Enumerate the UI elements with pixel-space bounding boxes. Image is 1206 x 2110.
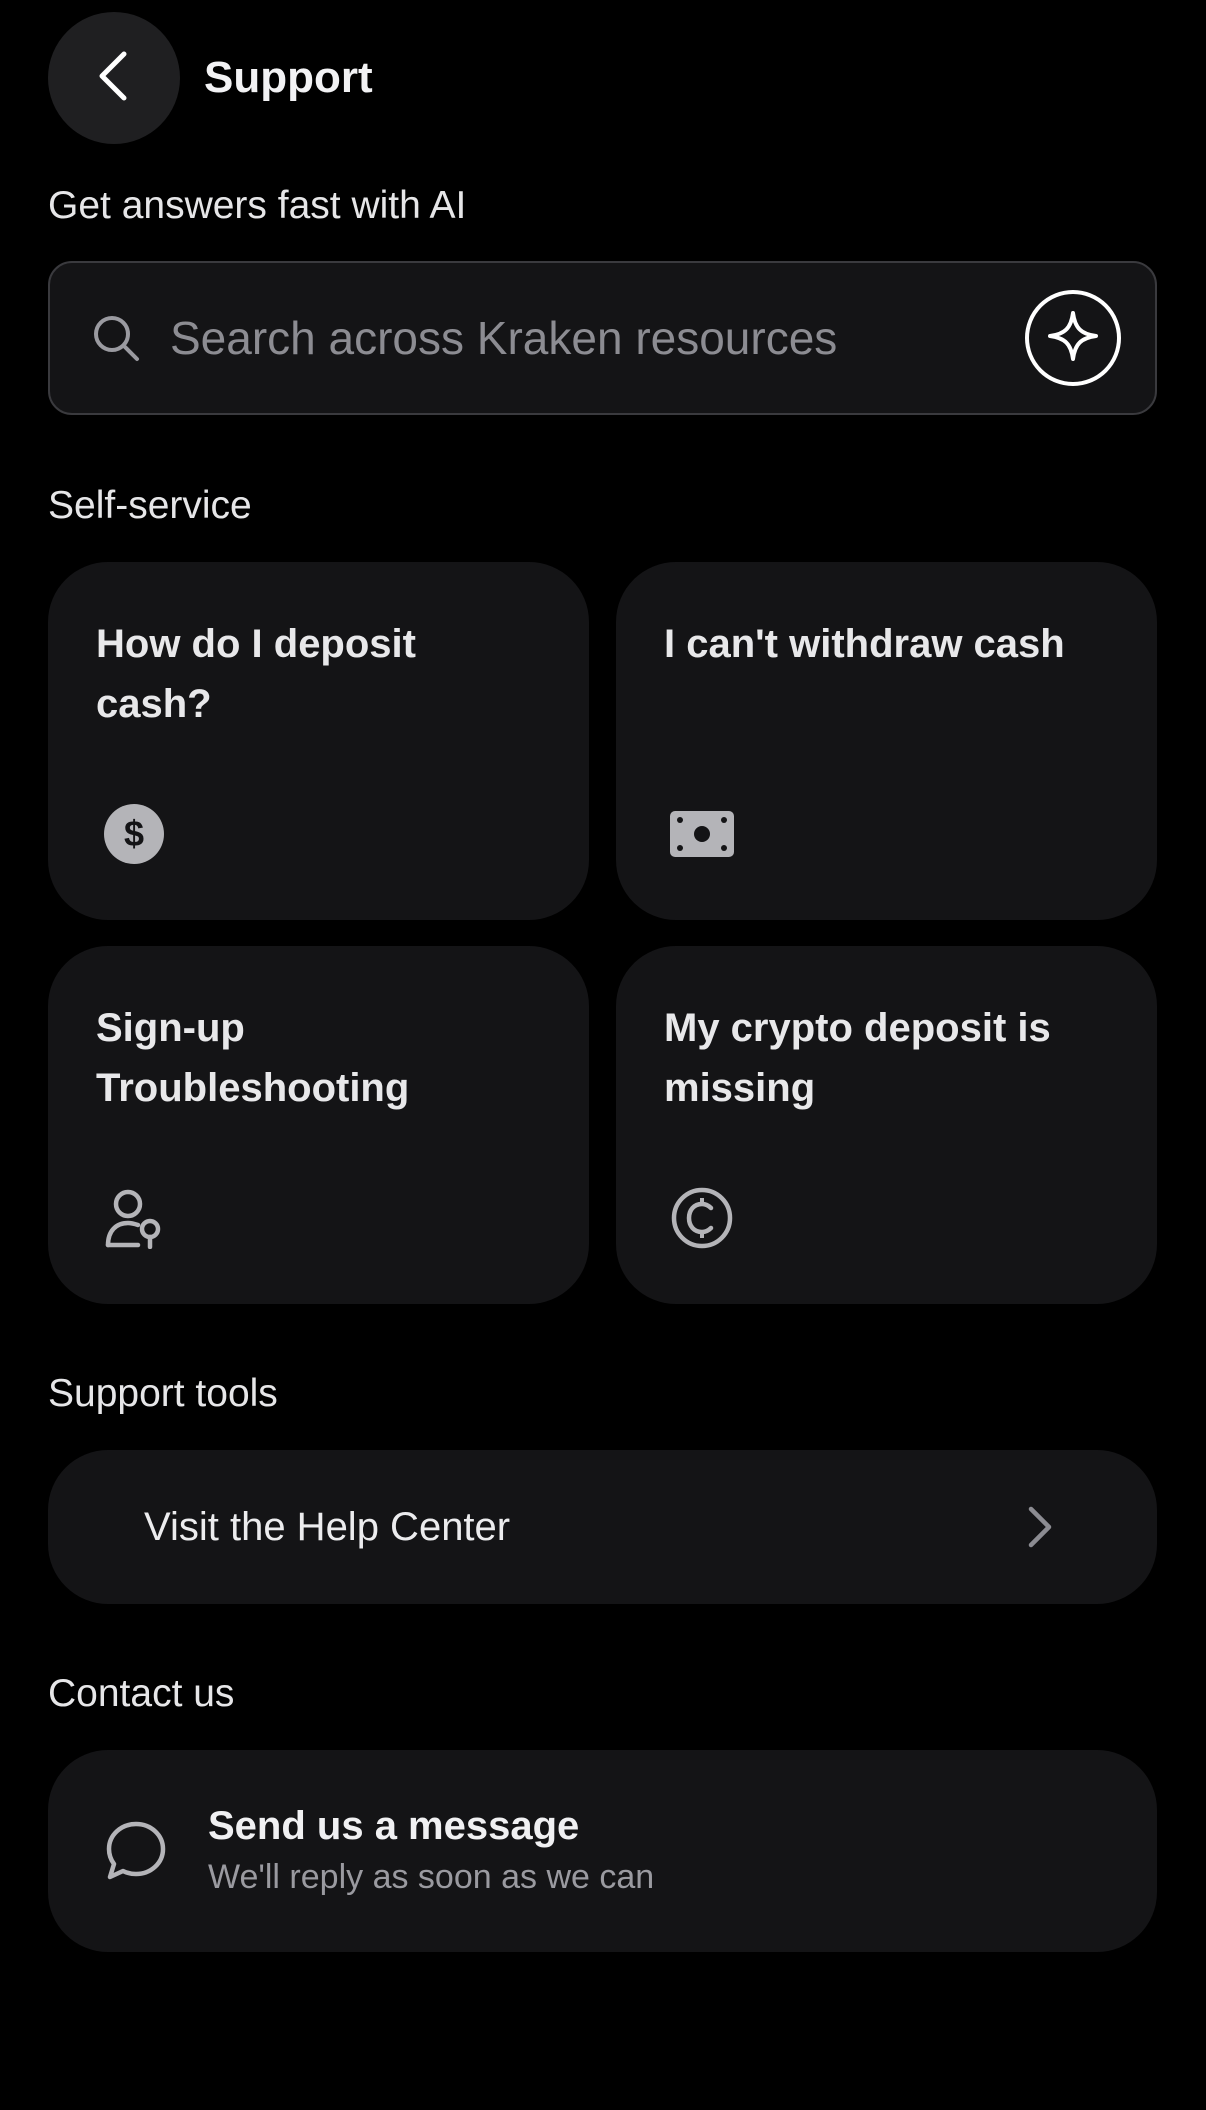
send-message-row[interactable]: Send us a message We'll reply as soon as… <box>48 1750 1157 1952</box>
card-title: How do I deposit cash? <box>96 622 416 726</box>
page-title: Support <box>204 53 373 102</box>
crypto-coin-icon <box>668 1184 736 1252</box>
card-title: My crypto deposit is missing <box>664 1006 1051 1110</box>
card-crypto-deposit-missing[interactable]: My crypto deposit is missing <box>616 946 1157 1304</box>
message-title: Send us a message <box>208 1804 580 1848</box>
banknote-icon <box>668 800 736 868</box>
card-deposit-cash[interactable]: How do I deposit cash? $ <box>48 562 589 920</box>
chevron-right-icon <box>1019 1499 1059 1555</box>
sparkle-icon <box>1047 310 1099 367</box>
search-box[interactable] <box>48 261 1157 415</box>
header: Support <box>48 12 373 144</box>
card-title: Sign-up Troubleshooting <box>96 1006 410 1110</box>
message-text: Send us a message We'll reply as soon as… <box>208 1800 654 1902</box>
svg-text:$: $ <box>124 813 144 854</box>
self-service-label: Self-service <box>48 484 252 527</box>
contact-label: Contact us <box>48 1672 235 1715</box>
ai-assistant-button[interactable] <box>1025 290 1121 386</box>
chevron-left-icon <box>94 50 134 107</box>
card-withdraw-cash[interactable]: I can't withdraw cash <box>616 562 1157 920</box>
help-center-label: Visit the Help Center <box>144 1504 511 1549</box>
user-lock-icon <box>100 1184 168 1252</box>
card-title: I can't withdraw cash <box>664 622 1065 666</box>
back-button[interactable] <box>48 12 180 144</box>
ai-section-label: Get answers fast with AI <box>48 184 467 227</box>
chat-bubble-icon <box>104 1819 168 1883</box>
search-input[interactable] <box>168 310 1025 366</box>
dollar-coin-icon: $ <box>100 800 168 868</box>
support-tools-label: Support tools <box>48 1372 278 1415</box>
message-subtitle: We'll reply as soon as we can <box>208 1858 655 1896</box>
search-icon <box>90 312 142 364</box>
card-signup-troubleshooting[interactable]: Sign-up Troubleshooting <box>48 946 589 1304</box>
help-center-row[interactable]: Visit the Help Center <box>48 1450 1157 1604</box>
